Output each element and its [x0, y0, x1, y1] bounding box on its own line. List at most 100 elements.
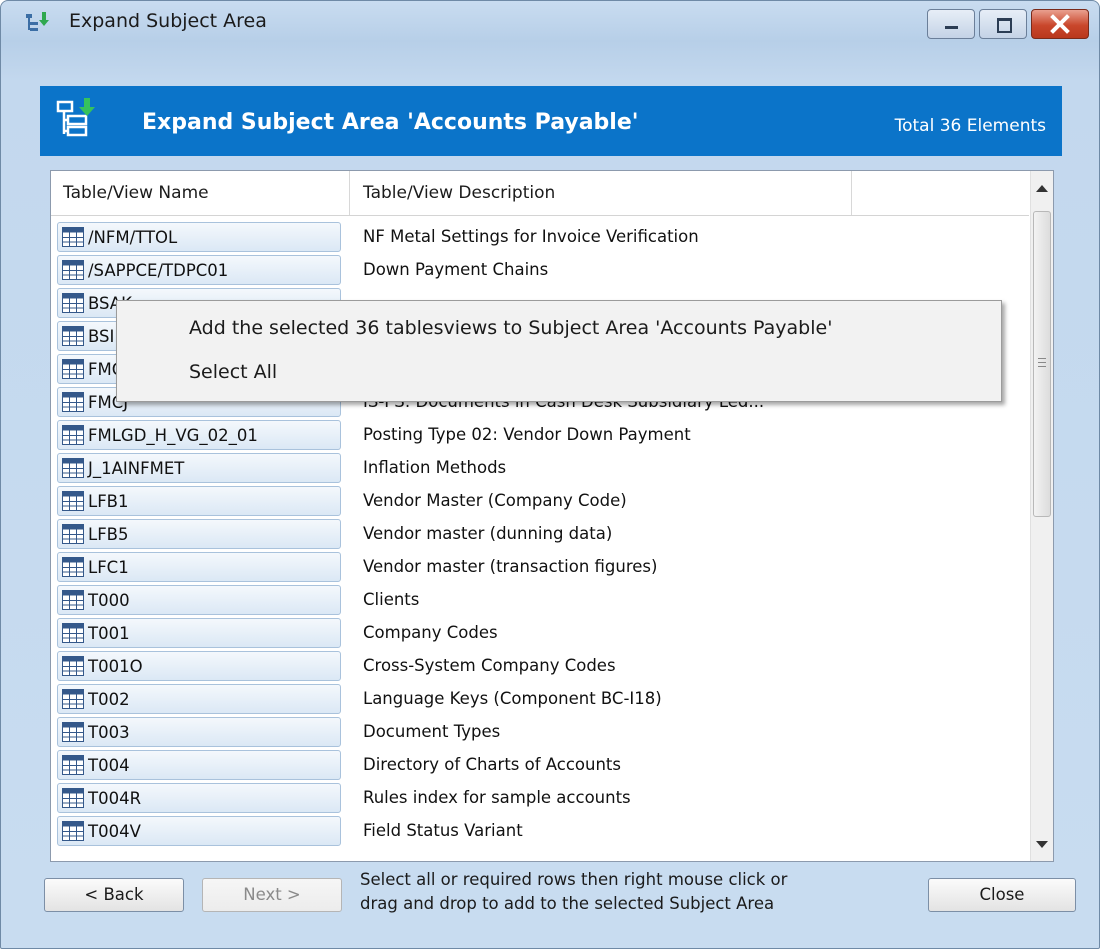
table-icon [62, 458, 84, 478]
table-description: Down Payment Chains [363, 260, 549, 279]
select-all-menu-item[interactable]: Select All [189, 361, 277, 383]
table-name: T001 [88, 624, 130, 643]
vertical-scrollbar[interactable] [1030, 171, 1053, 861]
table-name: T003 [88, 723, 130, 742]
table-row[interactable]: T000 Clients [51, 584, 1029, 617]
table-name: /SAPPCE/TDPC01 [88, 261, 229, 280]
table-row[interactable]: T004 Directory of Charts of Accounts [51, 749, 1029, 782]
table-icon [62, 260, 84, 280]
table-name-cell[interactable]: LFB1 [57, 486, 341, 516]
table-description: Rules index for sample accounts [363, 788, 631, 807]
table-icon [62, 491, 84, 511]
table-row[interactable]: LFB5 Vendor master (dunning data) [51, 518, 1029, 551]
table-name-cell[interactable]: J_1AINFMET [57, 453, 341, 483]
table-row[interactable]: T004R Rules index for sample accounts [51, 782, 1029, 815]
table-name: T002 [88, 690, 130, 709]
table-name-cell[interactable]: T003 [57, 717, 341, 747]
scroll-up-arrow-icon[interactable] [1036, 185, 1048, 192]
table-name-cell[interactable]: LFC1 [57, 552, 341, 582]
column-divider[interactable] [851, 171, 852, 215]
table-description: Inflation Methods [363, 458, 507, 477]
column-header-row: Table/View Name Table/View Description [51, 171, 1029, 216]
close-icon [1050, 14, 1070, 34]
scrollbar-thumb[interactable] [1033, 211, 1051, 517]
table-name-cell[interactable]: LFB5 [57, 519, 341, 549]
table-description: NF Metal Settings for Invoice Verificati… [363, 227, 699, 246]
close-window-button[interactable] [1031, 9, 1089, 39]
maximize-icon [997, 18, 1012, 33]
table-row[interactable]: J_1AINFMET Inflation Methods [51, 452, 1029, 485]
window-title: Expand Subject Area [69, 10, 267, 32]
table-name-cell[interactable]: T004V [57, 816, 341, 846]
next-button[interactable]: Next > [202, 878, 342, 912]
column-divider[interactable] [349, 171, 350, 215]
table-icon [62, 227, 84, 247]
table-icon [62, 359, 84, 379]
table-description: Vendor master (dunning data) [363, 524, 613, 543]
instructions-line-2: drag and drop to add to the selected Sub… [360, 894, 775, 913]
grip-icon [1038, 362, 1046, 363]
instructions-text: Select all or required rows then right m… [360, 868, 787, 916]
table-name-cell[interactable]: T004 [57, 750, 341, 780]
context-menu: Add the selected 36 tablesviews to Subje… [116, 300, 1002, 402]
add-to-subject-area-menu-item[interactable]: Add the selected 36 tablesviews to Subje… [189, 317, 832, 339]
dialog-header: Expand Subject Area 'Accounts Payable' T… [40, 86, 1062, 156]
table-row[interactable]: T003 Document Types [51, 716, 1029, 749]
table-row[interactable]: T002 Language Keys (Component BC-I18) [51, 683, 1029, 716]
tables-grid[interactable]: Table/View Name Table/View Description /… [50, 170, 1054, 862]
table-icon [62, 722, 84, 742]
table-name-cell[interactable]: T002 [57, 684, 341, 714]
table-icon [62, 326, 84, 346]
table-icon [62, 293, 84, 313]
table-description: Vendor Master (Company Code) [363, 491, 627, 510]
table-name: LFB5 [88, 525, 129, 544]
table-name: T000 [88, 591, 130, 610]
minimize-button[interactable] [927, 9, 975, 39]
table-row[interactable]: LFC1 Vendor master (transaction figures) [51, 551, 1029, 584]
table-icon [62, 623, 84, 643]
table-row[interactable]: T001O Cross-System Company Codes [51, 650, 1029, 683]
table-name: /NFM/TTOL [88, 228, 178, 247]
total-elements-count: Total 36 Elements [894, 116, 1046, 136]
column-header-description[interactable]: Table/View Description [363, 171, 843, 215]
table-name-cell[interactable]: T004R [57, 783, 341, 813]
table-row[interactable]: /NFM/TTOL NF Metal Settings for Invoice … [51, 221, 1029, 254]
table-icon [62, 788, 84, 808]
table-icon [62, 425, 84, 445]
table-name-cell[interactable]: FMLGD_H_VG_02_01 [57, 420, 341, 450]
table-description: Cross-System Company Codes [363, 656, 616, 675]
scroll-down-arrow-icon[interactable] [1036, 841, 1048, 848]
table-name-cell[interactable]: T000 [57, 585, 341, 615]
table-name: LFB1 [88, 492, 129, 511]
table-name: LFC1 [88, 558, 129, 577]
table-row[interactable]: LFB1 Vendor Master (Company Code) [51, 485, 1029, 518]
title-bar[interactable]: Expand Subject Area [1, 1, 1099, 41]
table-icon [62, 755, 84, 775]
column-header-name[interactable]: Table/View Name [63, 171, 343, 215]
table-row[interactable]: FMLGD_H_VG_02_01 Posting Type 02: Vendor… [51, 419, 1029, 452]
table-description: Clients [363, 590, 420, 609]
table-name: FMLGD_H_VG_02_01 [88, 426, 258, 445]
table-description: Posting Type 02: Vendor Down Payment [363, 425, 691, 444]
table-icon [62, 524, 84, 544]
table-name: T004V [88, 822, 141, 841]
table-name-cell[interactable]: /NFM/TTOL [57, 222, 341, 252]
maximize-button[interactable] [979, 9, 1027, 39]
table-name-cell[interactable]: /SAPPCE/TDPC01 [57, 255, 341, 285]
close-button[interactable]: Close [928, 878, 1076, 912]
table-icon [62, 821, 84, 841]
table-row[interactable]: T001 Company Codes [51, 617, 1029, 650]
table-icon [62, 392, 84, 412]
table-row[interactable]: /SAPPCE/TDPC01 Down Payment Chains [51, 254, 1029, 287]
instructions-line-1: Select all or required rows then right m… [360, 870, 788, 889]
expand-subject-area-icon [56, 98, 95, 137]
grip-icon [1038, 358, 1046, 359]
table-description: Company Codes [363, 623, 498, 642]
table-description: Language Keys (Component BC-I18) [363, 689, 662, 708]
table-name-cell[interactable]: T001 [57, 618, 341, 648]
table-icon [62, 689, 84, 709]
table-name-cell[interactable]: T001O [57, 651, 341, 681]
table-row[interactable]: T004V Field Status Variant [51, 815, 1029, 848]
table-name: J_1AINFMET [88, 459, 185, 478]
back-button[interactable]: < Back [44, 878, 184, 912]
